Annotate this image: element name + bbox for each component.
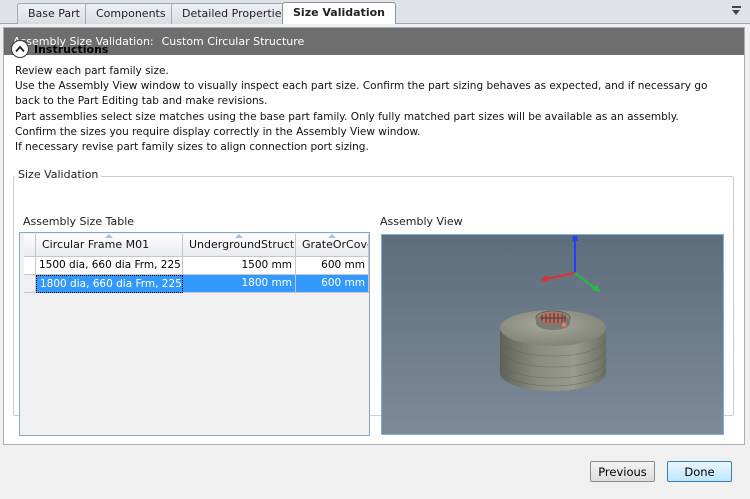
tab-size-validation[interactable]: Size Validation	[282, 2, 396, 24]
row-header[interactable]	[24, 257, 36, 275]
instruction-line: Use the Assembly View window to visually…	[15, 80, 708, 108]
cell-underground-structure[interactable]: 1500 mm	[183, 257, 296, 275]
instruction-line: Review each part family size.	[15, 65, 169, 77]
tab-detailed-properties[interactable]: Detailed Properties	[171, 3, 299, 24]
column-header-underground-structure[interactable]: UndergroundStructure	[183, 234, 296, 257]
cell-grate-or-cover[interactable]: 600 mm	[296, 275, 369, 293]
instructions-header[interactable]: Instructions	[11, 39, 108, 59]
cell-grate-or-cover[interactable]: 600 mm	[296, 257, 369, 275]
sort-arrow-icon	[235, 234, 243, 238]
cell-circular-frame[interactable]: 1800 dia, 660 dia Frm, 225 FrHt	[36, 275, 183, 293]
size-validation-group-title: Size Validation	[15, 168, 102, 181]
instruction-line: Part assemblies select size matches usin…	[15, 110, 679, 123]
done-button[interactable]: Done	[667, 461, 732, 482]
assembly-3d-scene	[382, 235, 723, 434]
cell-circular-frame[interactable]: 1500 dia, 660 dia Frm, 225 FrHt	[36, 257, 183, 275]
instructions-text: Review each part family size. Use the As…	[15, 64, 735, 155]
column-header-grate-or-cover[interactable]: GrateOrCover	[296, 234, 369, 257]
assembly-3d-viewport[interactable]	[381, 234, 724, 435]
tab-base-part[interactable]: Base Part	[17, 3, 91, 24]
table-header-row: Circular Frame M01 UndergroundStructure …	[24, 234, 369, 257]
previous-button[interactable]: Previous	[590, 461, 655, 482]
tab-overflow-menu-icon[interactable]	[732, 6, 743, 16]
assembly-size-table: Circular Frame M01 UndergroundStructure …	[19, 232, 370, 436]
assembly-size-table-label: Assembly Size Table	[23, 215, 135, 228]
row-header-corner	[24, 234, 36, 257]
table-row[interactable]: 1500 dia, 660 dia Frm, 225 FrHt 1500 mm …	[24, 257, 369, 275]
row-header[interactable]	[24, 275, 36, 293]
sort-arrow-icon	[105, 234, 113, 238]
assembly-header-bar: Assembly Size Validation: Custom Circular…	[4, 28, 744, 55]
assembly-name: Custom Circular Structure	[161, 35, 305, 48]
tab-bar: Base Part Components Detailed Properties…	[0, 0, 750, 24]
instructions-title: Instructions	[34, 42, 109, 56]
table-row-selected[interactable]: 1800 dia, 660 dia Frm, 225 FrHt 1800 mm …	[24, 275, 369, 293]
sort-arrow-icon	[328, 234, 336, 238]
instruction-line: If necessary revise part family sizes to…	[15, 141, 369, 154]
cell-underground-structure[interactable]: 1800 mm	[183, 275, 296, 293]
assembly-view-label: Assembly View	[380, 215, 463, 228]
instruction-line: Confirm the sizes you require display co…	[15, 125, 421, 138]
column-header-circular-frame[interactable]: Circular Frame M01	[36, 234, 183, 257]
collapse-chevron-up-icon[interactable]	[11, 40, 29, 58]
tab-components[interactable]: Components	[85, 3, 177, 24]
